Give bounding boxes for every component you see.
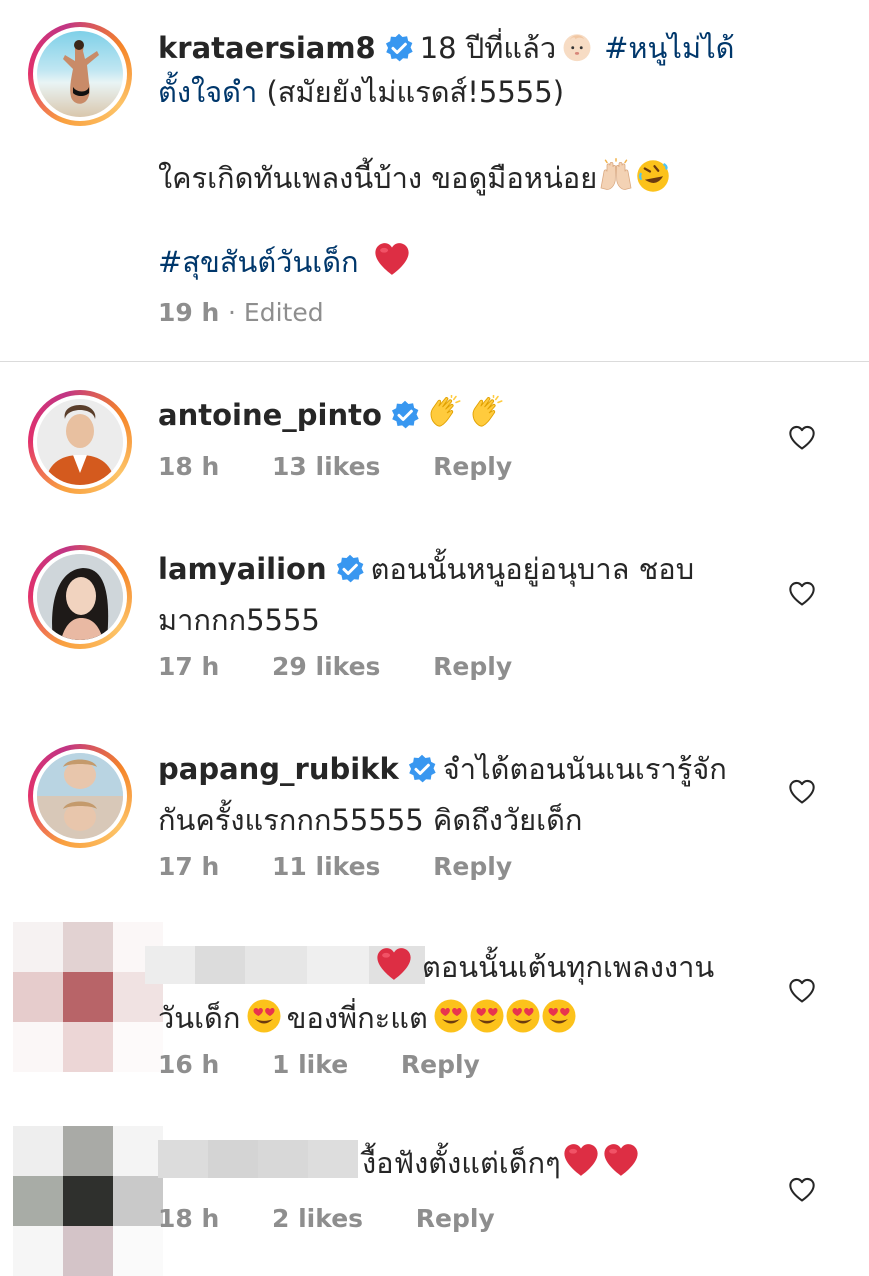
comment-text-cont: กันครั้งแรกกก55555 คิดถึงวัยเด็ก: [158, 803, 583, 837]
comment-text: จำได้ตอนนันเนเรารู้จัก: [442, 752, 727, 786]
red-heart-emoji-icon: [372, 240, 412, 278]
verified-badge-icon: [390, 400, 420, 430]
post-username[interactable]: krataersiam8: [158, 31, 376, 65]
avatar-photo: [37, 753, 123, 839]
comment-meta: 18 h 13 likes Reply: [158, 452, 512, 481]
caption-line-4: #สุขสันต์วันเด็ก: [158, 240, 412, 284]
post-edited-label: · Edited: [228, 298, 324, 327]
caption-line-3: ใครเกิดทันเพลงนี้บ้าง ขอดูมือหน่อย: [158, 156, 671, 200]
comment-text: ตอนนั้นหนูอยู่อนุบาล ชอบ: [370, 552, 695, 586]
hashtag-link-cont[interactable]: ตั้งใจดำ: [158, 75, 257, 109]
comment-time: 18 h: [158, 452, 220, 481]
comment-body: antoine_pinto: [158, 390, 504, 445]
comment-likes[interactable]: 29 likes: [272, 652, 380, 681]
comment-time: 16 h: [158, 1050, 220, 1079]
red-heart-emoji-icon: [561, 1141, 601, 1179]
like-heart-icon[interactable]: [787, 580, 817, 608]
comment-text: งื้อฟังตั้งแต่เด็กๆ: [362, 1146, 561, 1180]
comment-likes[interactable]: 11 likes: [272, 852, 380, 881]
verified-badge-icon: [407, 754, 437, 784]
comment-meta: 16 h 1 like Reply: [158, 1050, 480, 1079]
post-caption: krataersiam8 18 ปีที่แล้ว #หนูไม่ได้ ตั้งใ…: [158, 26, 848, 114]
hashtag-link-2[interactable]: #สุขสันต์วันเด็ก: [158, 245, 359, 279]
censored-avatar: [13, 922, 163, 1072]
verified-badge-icon: [335, 554, 365, 584]
comment-body: papang_rubikk จำได้ตอนนันเนเรารู้จัก กันค…: [158, 746, 838, 848]
comment-username[interactable]: lamyailion: [158, 552, 327, 586]
clap-emoji-icon: [468, 395, 504, 431]
post-author-avatar[interactable]: [28, 22, 132, 126]
red-heart-emoji-icon: [374, 945, 414, 983]
comment-body: lamyailion ตอนนั้นหนูอยู่อนุบาล ชอบ มากกก…: [158, 546, 838, 648]
verified-badge-icon: [384, 33, 414, 63]
caption-text: 18 ปีที่แล้ว: [419, 31, 557, 65]
like-heart-icon[interactable]: [787, 424, 817, 452]
comment-meta: 18 h 2 likes Reply: [158, 1204, 495, 1233]
reply-button[interactable]: Reply: [433, 852, 512, 881]
rofl-emoji-icon: [635, 158, 671, 194]
comment-meta: 17 h 29 likes Reply: [158, 652, 512, 681]
censored-avatar: [13, 1126, 163, 1276]
caption-text-2: (สมัยยังไม่แรดส์!5555): [257, 75, 565, 109]
avatar-photo: [37, 399, 123, 485]
heart-eyes-emoji-icon: [246, 998, 282, 1034]
reply-button[interactable]: Reply: [401, 1050, 480, 1079]
avatar-photo: [37, 554, 123, 640]
divider: [0, 361, 869, 362]
avatar-photo: [37, 31, 123, 117]
clap-emoji-icon: [426, 395, 462, 431]
comment-likes[interactable]: 13 likes: [272, 452, 380, 481]
heart-eyes-emoji-icon: [541, 998, 577, 1034]
comment-avatar[interactable]: [28, 744, 132, 848]
reply-button[interactable]: Reply: [416, 1204, 495, 1233]
comment-text-cont: มากกก5555: [158, 603, 320, 637]
heart-eyes-emoji-icon: [505, 998, 541, 1034]
heart-eyes-emoji-icon: [433, 998, 469, 1034]
comment-likes[interactable]: 1 like: [272, 1050, 348, 1079]
comment-time: 17 h: [158, 652, 220, 681]
comment-text: ตอนนั้นเต้นทุกเพลงงาน: [422, 950, 715, 984]
post-meta: 19 h · Edited: [158, 298, 324, 327]
like-heart-icon[interactable]: [787, 1176, 817, 1204]
comment-text-cont: วันเด็ก: [158, 1001, 241, 1035]
comment-username[interactable]: papang_rubikk: [158, 752, 399, 786]
comment-likes[interactable]: 2 likes: [272, 1204, 363, 1233]
reply-button[interactable]: Reply: [433, 452, 512, 481]
comment-avatar[interactable]: [28, 545, 132, 649]
comment-text-cont-2: ของพี่กะแต: [286, 1001, 428, 1035]
like-heart-icon[interactable]: [787, 778, 817, 806]
comment-meta: 17 h 11 likes Reply: [158, 852, 512, 881]
red-heart-emoji-icon: [601, 1141, 641, 1179]
post-time: 19 h: [158, 298, 220, 327]
comment-body: งื้อฟังตั้งแต่เด็กๆ: [158, 1140, 641, 1191]
comment-username[interactable]: antoine_pinto: [158, 398, 382, 432]
comment-time: 18 h: [158, 1204, 220, 1233]
hashtag-link[interactable]: #หนูไม่ได้: [604, 31, 734, 65]
heart-eyes-emoji-icon: [469, 998, 505, 1034]
like-heart-icon[interactable]: [787, 977, 817, 1005]
caption-text-3: ใครเกิดทันเพลงนี้บ้าง ขอดูมือหน่อย: [158, 161, 598, 195]
comment-avatar[interactable]: [28, 390, 132, 494]
reply-button[interactable]: Reply: [433, 652, 512, 681]
comment-body: ตอนนั้นเต้นทุกเพลงงาน วันเด็ก ของพี่กะแต: [158, 944, 838, 1046]
baby-emoji-icon: [560, 30, 594, 64]
comment-time: 17 h: [158, 852, 220, 881]
raised-hands-emoji-icon: [597, 158, 635, 194]
